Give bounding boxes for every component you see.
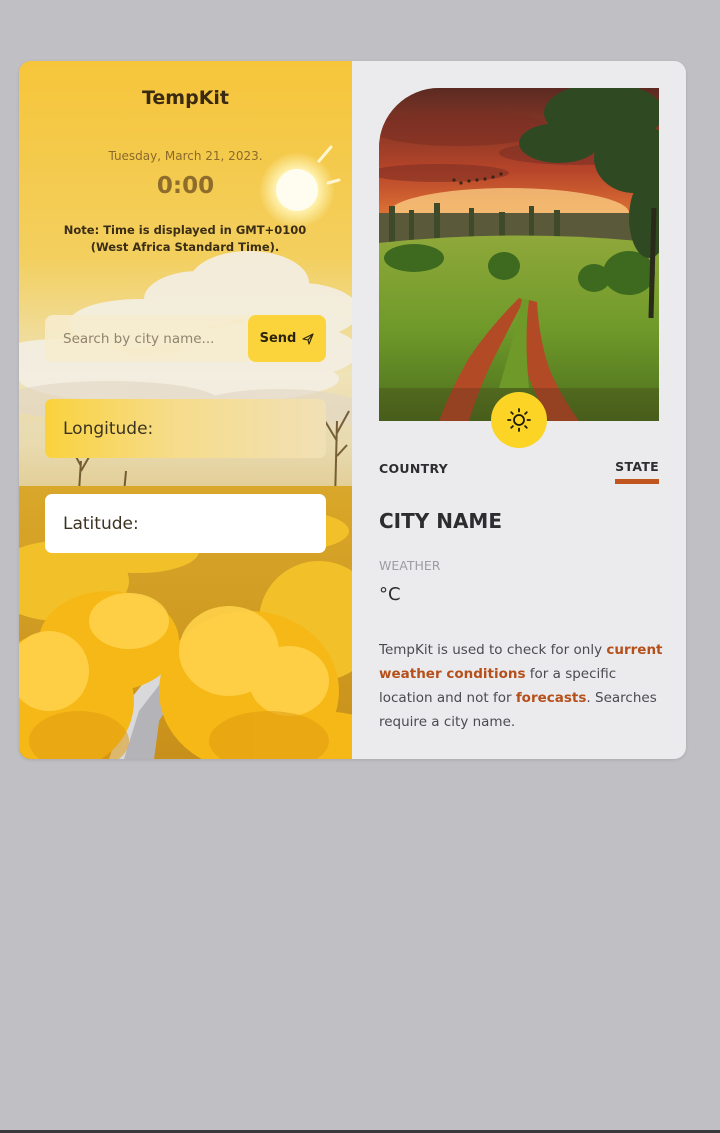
timezone-note: Note: Time is displayed in GMT+0100 (Wes… [63,223,307,254]
send-icon [302,332,314,345]
left-content: TempKit Tuesday, March 21, 2023. 0:00 No… [19,61,352,759]
search-bar: Send [45,315,326,362]
latitude-field: Latitude: [45,494,326,553]
search-input[interactable] [45,315,240,362]
current-time: 0:00 [156,173,215,199]
landscape-image [379,88,659,421]
weather-card: TempKit Tuesday, March 21, 2023. 0:00 No… [19,61,686,759]
send-button-label: Send [259,331,297,346]
city-name: CITY NAME [379,509,502,533]
send-button[interactable]: Send [248,315,326,362]
longitude-label: Longitude: [63,418,154,439]
longitude-field: Longitude: [45,399,326,458]
description-highlight-forecasts: forecasts [515,690,587,706]
sun-icon [507,408,531,432]
right-panel: COUNTRY STATE CITY NAME WEATHER °C TempK… [352,61,686,759]
weather-icon-badge [491,392,547,448]
description-text-1: TempKit is used to check for only [379,642,607,658]
latitude-label: Latitude: [63,513,139,534]
left-panel: TempKit Tuesday, March 21, 2023. 0:00 No… [19,61,352,759]
app-description: TempKit is used to check for only curren… [379,638,671,734]
country-label: COUNTRY [379,461,449,476]
state-label: STATE [615,459,659,484]
app-title: TempKit [141,87,230,109]
weather-label: WEATHER [379,558,441,573]
temperature-value: °C [379,584,401,605]
current-date: Tuesday, March 21, 2023. [108,149,263,163]
